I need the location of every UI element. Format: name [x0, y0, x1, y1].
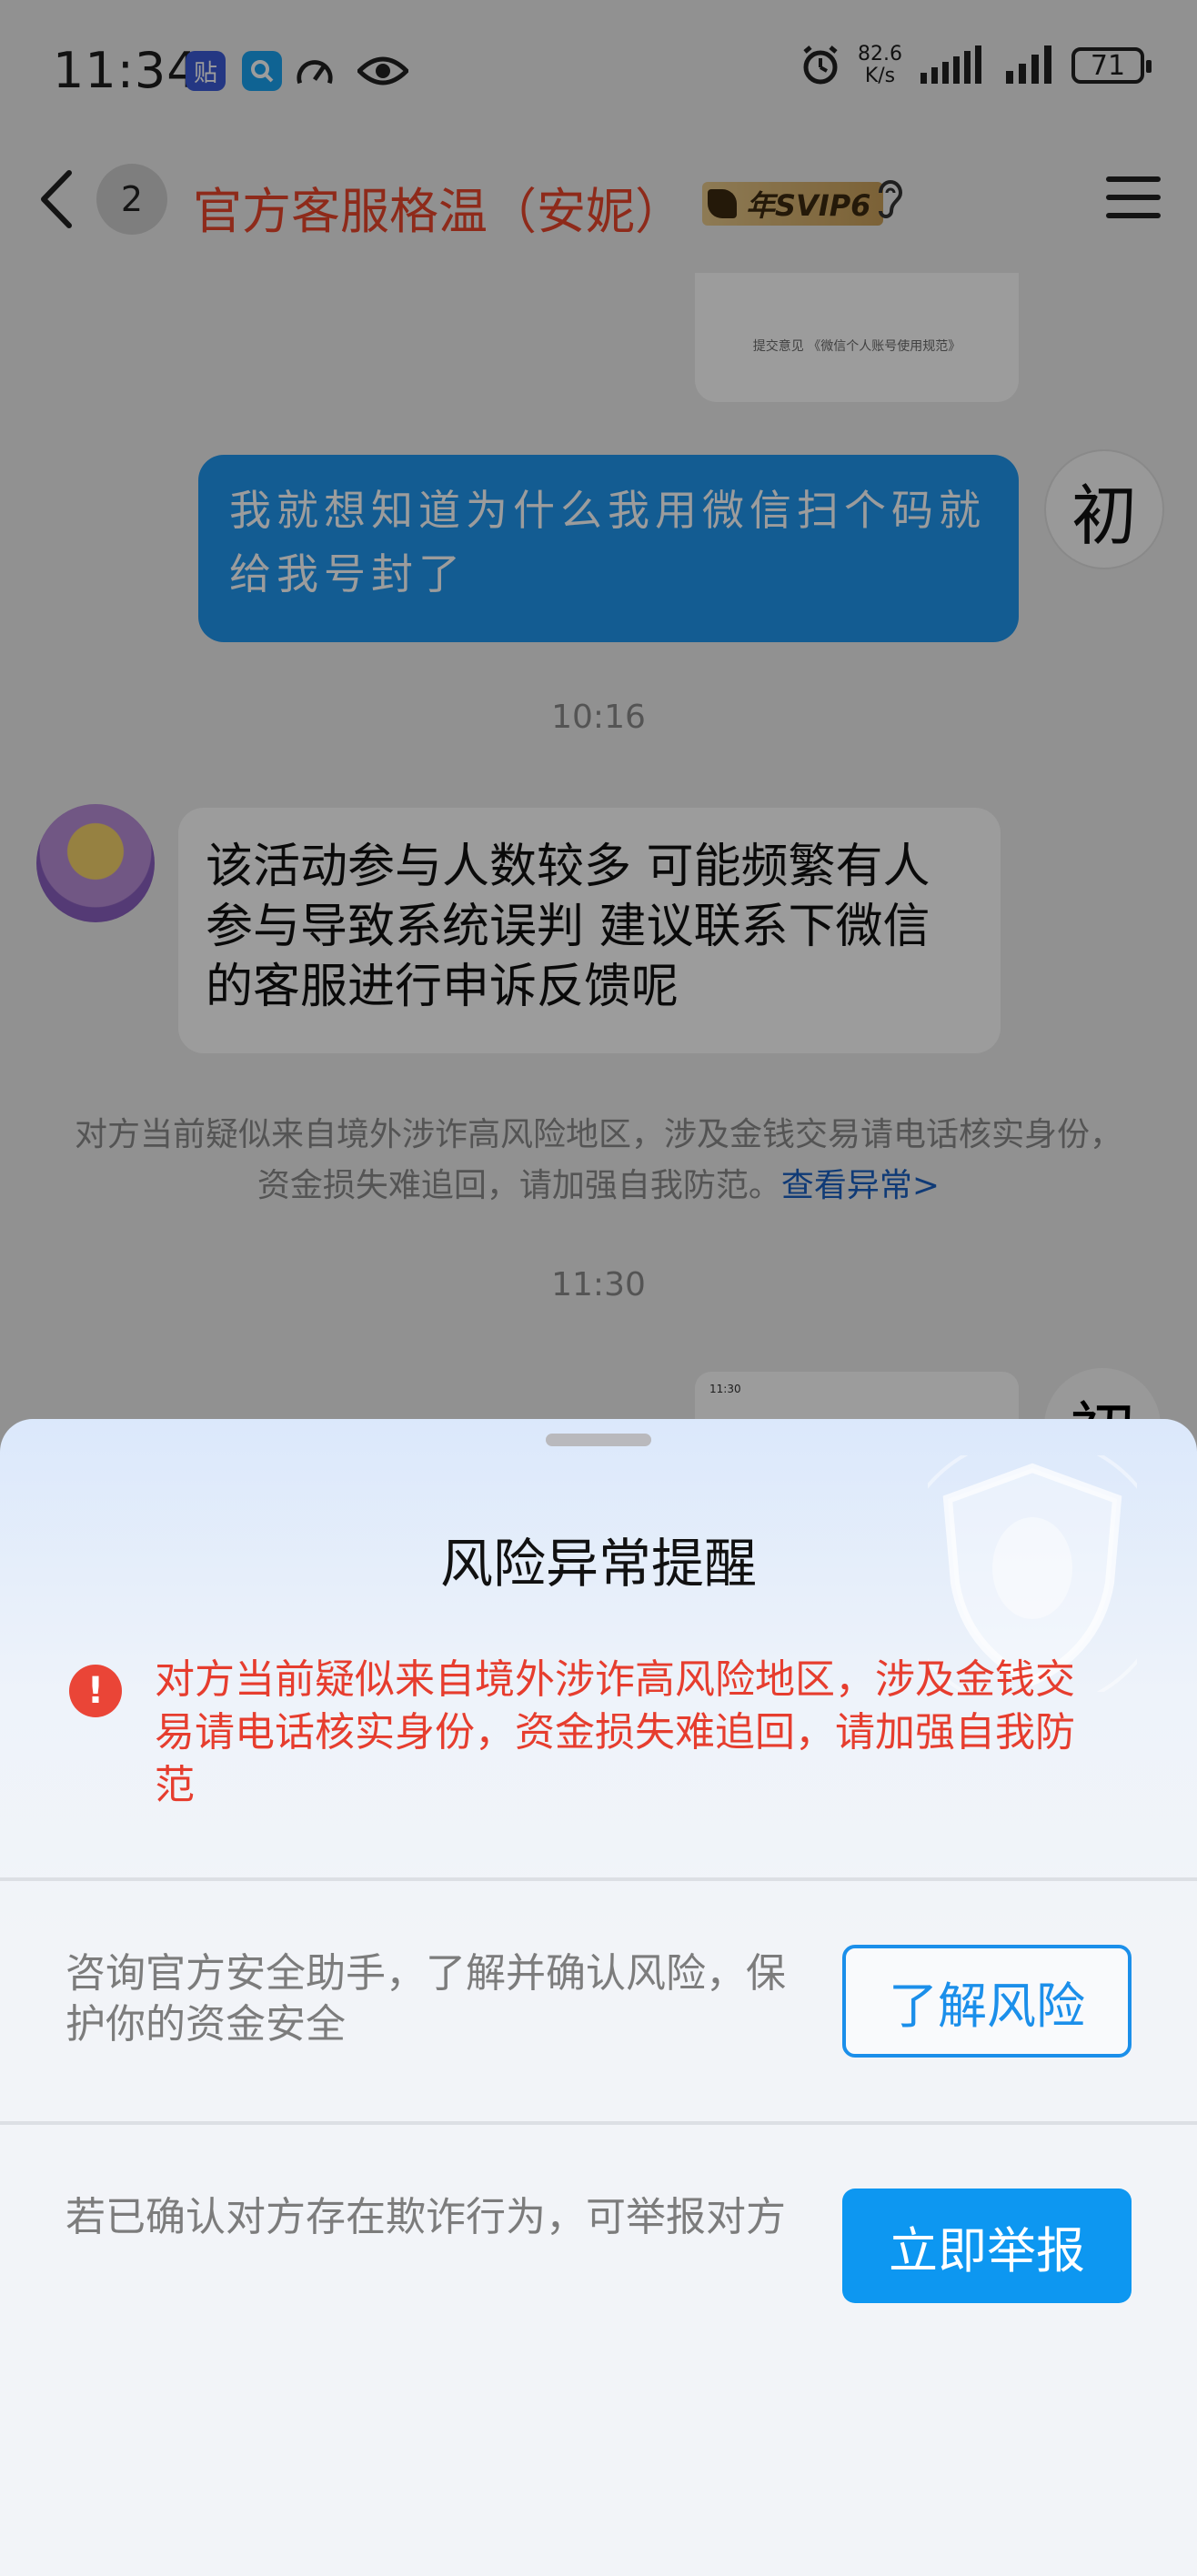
report-description: 若已确认对方存在欺诈行为，可举报对方: [65, 2194, 786, 2240]
report-now-button[interactable]: 立即举报: [842, 2189, 1132, 2303]
warning-exclamation-icon: !: [69, 1665, 122, 1717]
sheet-title: 风险异常提醒: [439, 1533, 757, 1595]
risk-warning-text: 对方当前疑似来自境外涉诈高风险地区，涉及金钱交易请电话核实身份，资金损失难追回，…: [155, 1656, 1075, 1808]
risk-alert-sheet: 风险异常提醒 ! 对方当前疑似来自境外涉诈高风险地区，涉及金钱交易请电话核实身份…: [0, 1419, 1197, 2576]
divider: [0, 2121, 1197, 2125]
chat-screen: 11:34 贴 82.6 K/s 71 2 官方客服格温（安妮） 年SVIP6 …: [0, 0, 1197, 2576]
divider: [0, 1877, 1197, 1881]
learn-risk-button[interactable]: 了解风险: [842, 1945, 1132, 2058]
sheet-drag-handle[interactable]: [546, 1434, 651, 1446]
consult-description: 咨询官方安全助手，了解并确认风险，保护你的资金安全: [65, 1950, 786, 2048]
